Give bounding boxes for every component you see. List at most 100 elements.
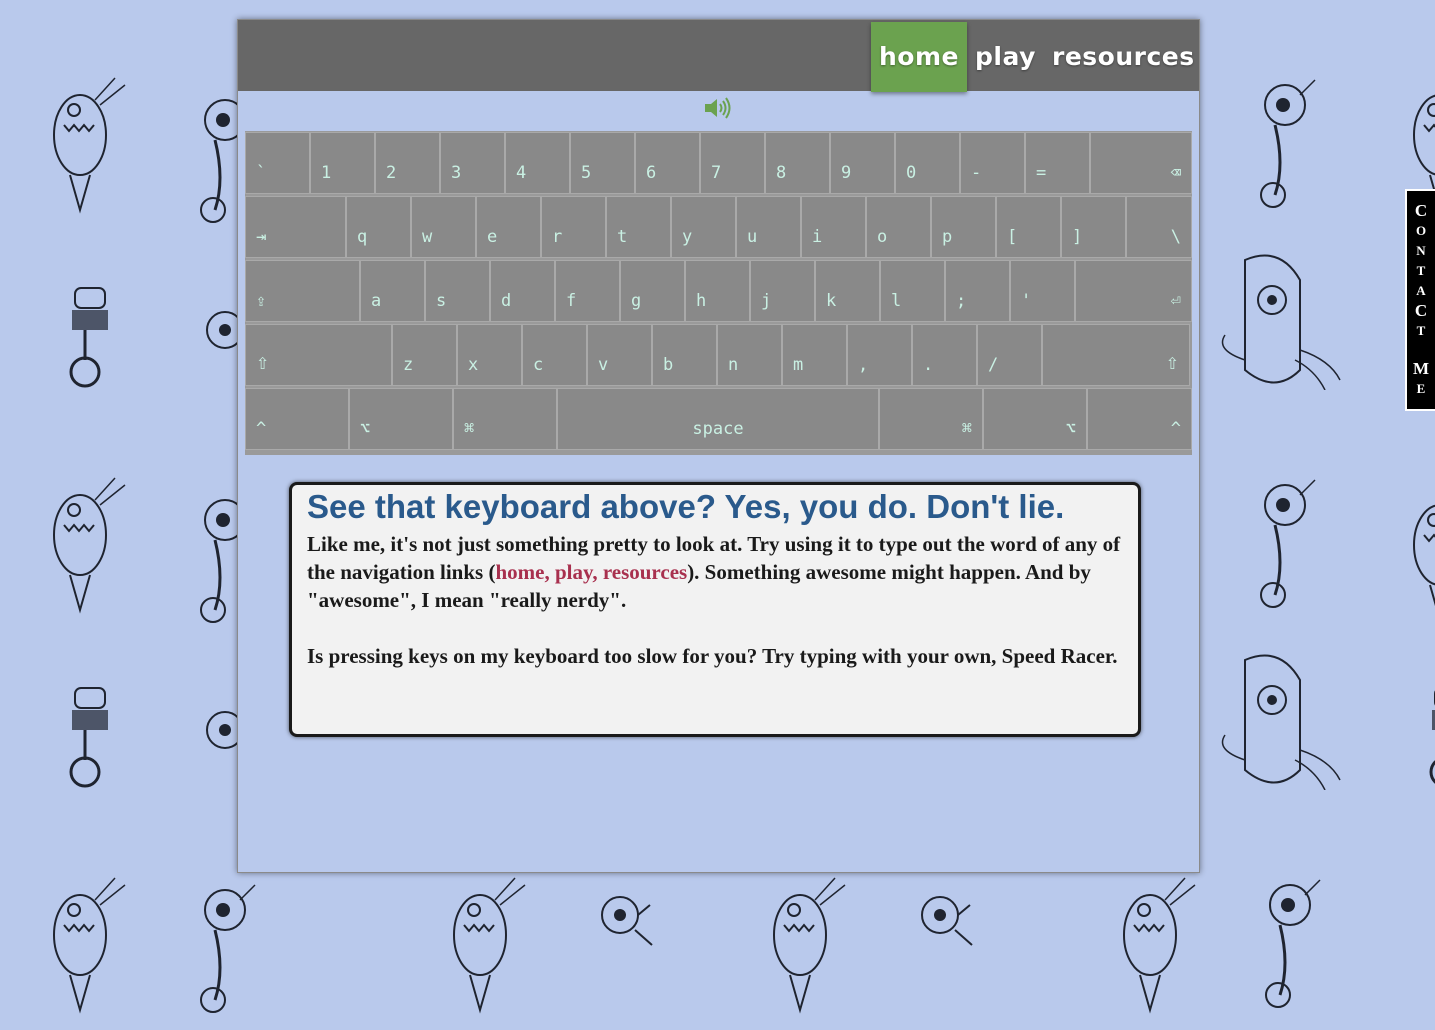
key-label: k — [826, 291, 837, 311]
key-minus[interactable]: - — [960, 132, 1025, 194]
key-j[interactable]: j — [750, 260, 815, 322]
key-y[interactable]: y — [671, 196, 736, 258]
key-m[interactable]: m — [782, 324, 847, 386]
key-label: ` — [256, 163, 267, 183]
key-right-bracket[interactable]: ] — [1061, 196, 1126, 258]
key-caps-lock[interactable]: ⇪ — [245, 260, 360, 322]
key-shift[interactable]: ⇧ — [245, 324, 392, 386]
key-period[interactable]: . — [912, 324, 977, 386]
key-label: l — [891, 291, 902, 311]
key-k[interactable]: k — [815, 260, 880, 322]
key-tab[interactable]: ⇥ — [245, 196, 346, 258]
key-9[interactable]: 9 — [830, 132, 895, 194]
key-shift[interactable]: ⇧ — [1042, 324, 1190, 386]
key-label: b — [663, 355, 674, 375]
info-paragraph-2: Is pressing keys on my keyboard too slow… — [307, 644, 1118, 668]
key-label: t — [617, 227, 628, 247]
key-l[interactable]: l — [880, 260, 945, 322]
key-label: ; — [956, 291, 967, 311]
key-control[interactable]: ^ — [1087, 388, 1192, 450]
key-enter[interactable]: ⏎ — [1075, 260, 1192, 322]
key-backslash[interactable]: \ — [1126, 196, 1192, 258]
key-6[interactable]: 6 — [635, 132, 700, 194]
key-5[interactable]: 5 — [570, 132, 635, 194]
key-equals[interactable]: = — [1025, 132, 1090, 194]
key-4[interactable]: 4 — [505, 132, 570, 194]
nav-words-link[interactable]: home, play, resources — [495, 560, 687, 584]
key-label: i — [812, 227, 823, 247]
key-3[interactable]: 3 — [440, 132, 505, 194]
key-label: a — [371, 291, 382, 311]
key-label: o — [877, 227, 888, 247]
key-c[interactable]: c — [522, 324, 587, 386]
key-a[interactable]: a — [360, 260, 425, 322]
key-option[interactable]: ⌥ — [349, 388, 453, 450]
key-h[interactable]: h — [685, 260, 750, 322]
key-7[interactable]: 7 — [700, 132, 765, 194]
robot-doodle — [1205, 640, 1345, 790]
key-b[interactable]: b — [652, 324, 717, 386]
key-w[interactable]: w — [411, 196, 476, 258]
key-label: . — [923, 355, 934, 375]
robot-doodle — [50, 280, 190, 430]
info-heading: See that keyboard above? Yes, you do. Do… — [307, 488, 1065, 525]
key-p[interactable]: p — [931, 196, 996, 258]
key-n[interactable]: n — [717, 324, 782, 386]
key-label: ^ — [256, 419, 267, 439]
key-f[interactable]: f — [555, 260, 620, 322]
nav-play-link[interactable]: play — [975, 22, 1035, 92]
key-u[interactable]: u — [736, 196, 801, 258]
key-label: space — [692, 419, 744, 439]
key-slash[interactable]: / — [977, 324, 1042, 386]
key-i[interactable]: i — [801, 196, 866, 258]
key-label: e — [487, 227, 498, 247]
key-backtick[interactable]: ` — [245, 132, 310, 194]
key-label: m — [793, 355, 804, 375]
robot-doodle — [1400, 480, 1435, 630]
robot-doodle — [590, 875, 730, 1025]
key-g[interactable]: g — [620, 260, 685, 322]
key-q[interactable]: q — [346, 196, 411, 258]
key-label: ^ — [1170, 419, 1181, 439]
key-d[interactable]: d — [490, 260, 555, 322]
key-label: u — [747, 227, 758, 247]
nav-home-link[interactable]: home — [871, 22, 967, 92]
key-label: 4 — [516, 163, 527, 183]
speaker-volume-icon[interactable] — [702, 96, 734, 120]
key-v[interactable]: v — [587, 324, 652, 386]
key-comma[interactable]: , — [847, 324, 912, 386]
nav-resources-link[interactable]: resources — [1052, 22, 1194, 92]
key-quote[interactable]: ' — [1010, 260, 1075, 322]
contact-me-tab[interactable]: CONTACT ME — [1405, 189, 1435, 411]
key-backspace[interactable]: ⌫ — [1090, 132, 1192, 194]
key-label: 5 — [581, 163, 592, 183]
key-semicolon[interactable]: ; — [945, 260, 1010, 322]
key-command[interactable]: ⌘ — [453, 388, 557, 450]
key-e[interactable]: e — [476, 196, 541, 258]
robot-doodle — [50, 680, 190, 830]
key-8[interactable]: 8 — [765, 132, 830, 194]
key-left-bracket[interactable]: [ — [996, 196, 1061, 258]
robot-doodle — [440, 870, 580, 1020]
key-label: h — [696, 291, 707, 311]
main-container: home play resources ` 1 2 3 4 5 6 7 8 9 0- = ⌫ ⇥ q w e r t… — [237, 19, 1200, 873]
key-option[interactable]: ⌥ — [983, 388, 1087, 450]
key-space[interactable]: space — [557, 388, 879, 450]
key-x[interactable]: x — [457, 324, 522, 386]
virtual-keyboard: ` 1 2 3 4 5 6 7 8 9 0 - = ⌫ ⇥ q w e r t y u i o p [] \ ⇪ a s d f g h j k l; '… — [245, 131, 1192, 455]
key-1[interactable]: 1 — [310, 132, 375, 194]
key-2[interactable]: 2 — [375, 132, 440, 194]
robot-doodle — [40, 870, 180, 1020]
key-t[interactable]: t — [606, 196, 671, 258]
key-0[interactable]: 0 — [895, 132, 960, 194]
key-label: 6 — [646, 163, 657, 183]
key-o[interactable]: o — [866, 196, 931, 258]
key-r[interactable]: r — [541, 196, 606, 258]
key-label: r — [552, 227, 563, 247]
key-label: 3 — [451, 163, 462, 183]
key-control[interactable]: ^ — [245, 388, 349, 450]
key-label: v — [598, 355, 609, 375]
key-command[interactable]: ⌘ — [879, 388, 983, 450]
key-s[interactable]: s — [425, 260, 490, 322]
key-z[interactable]: z — [392, 324, 457, 386]
